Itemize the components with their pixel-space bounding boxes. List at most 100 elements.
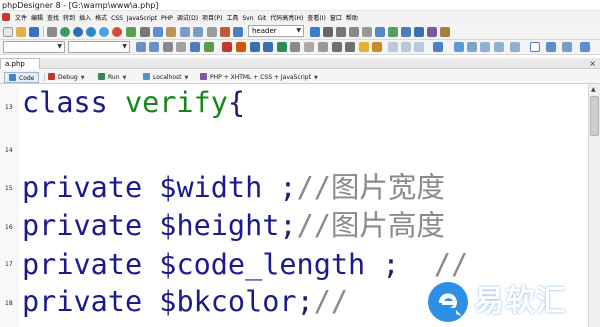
- code-token: //图片高度: [296, 209, 445, 242]
- watch-icon[interactable]: [277, 42, 287, 52]
- size-select[interactable]: ▼: [68, 41, 130, 53]
- print-icon[interactable]: [47, 27, 57, 37]
- help-icon[interactable]: [580, 42, 590, 52]
- comment-icon[interactable]: [163, 42, 173, 52]
- form-icon[interactable]: [440, 27, 450, 37]
- code-mode-label: Code: [19, 75, 35, 82]
- code-token: $bkcolor: [159, 285, 297, 318]
- chrome-icon[interactable]: [112, 27, 122, 37]
- paste-icon[interactable]: [166, 27, 176, 37]
- line-number: 14: [5, 147, 13, 154]
- view-icon[interactable]: [546, 42, 556, 52]
- align-icon[interactable]: [362, 27, 372, 37]
- find-icon[interactable]: [207, 27, 217, 37]
- image-icon[interactable]: [388, 27, 398, 37]
- chevron-down-icon: ▼: [313, 75, 318, 81]
- italic-icon[interactable]: [336, 27, 346, 37]
- browser-preview-icon[interactable]: [60, 27, 70, 37]
- link-icon[interactable]: [414, 27, 424, 37]
- code-token: $code_length: [159, 248, 366, 281]
- split-icon[interactable]: [467, 42, 477, 52]
- language-label: PHP + XHTML + CSS + JavaScript: [210, 74, 311, 81]
- goto-icon[interactable]: [233, 27, 243, 37]
- localhost-button[interactable]: Localhost ▼: [143, 72, 188, 83]
- window-title: phpDesigner 8 - [G:\wamp\www\a.php]: [0, 0, 600, 11]
- outdent-icon[interactable]: [149, 42, 159, 52]
- debug-run-icon[interactable]: [222, 42, 232, 52]
- zoom-out-icon[interactable]: [345, 42, 355, 52]
- code-icon: [9, 74, 16, 81]
- code-token: class: [22, 86, 125, 119]
- replace-icon[interactable]: [220, 27, 230, 37]
- toolbar-secondary: ▼ ▼: [0, 40, 600, 55]
- cut-icon[interactable]: [140, 27, 150, 37]
- copy-icon[interactable]: [153, 27, 163, 37]
- warning-icon[interactable]: [359, 42, 369, 52]
- panel-3-icon[interactable]: [414, 42, 424, 52]
- tool-icon[interactable]: [372, 42, 382, 52]
- bookmark-icon[interactable]: [190, 42, 200, 52]
- tab-a-php[interactable]: a.php: [0, 58, 40, 69]
- code-token: private: [22, 285, 160, 318]
- undo-icon[interactable]: [180, 27, 190, 37]
- code-token: verify: [124, 86, 228, 119]
- code-token: private: [22, 171, 160, 204]
- language-button[interactable]: PHP + XHTML + CSS + JavaScript ▼: [200, 72, 318, 83]
- font-select[interactable]: ▼: [3, 41, 65, 53]
- chevron-down-icon: ▼: [296, 27, 301, 34]
- window-icon[interactable]: [510, 42, 520, 52]
- code-token: ;: [296, 285, 314, 318]
- new-file-icon[interactable]: [3, 27, 13, 37]
- editor-mode-icon[interactable]: [530, 42, 540, 52]
- bold-icon[interactable]: [323, 27, 333, 37]
- code-token: $height: [159, 209, 280, 242]
- underline-icon[interactable]: [349, 27, 359, 37]
- checkbox-icon[interactable]: [433, 42, 443, 52]
- grid-icon[interactable]: [480, 42, 490, 52]
- globe-icon[interactable]: [86, 27, 96, 37]
- variables-icon[interactable]: [318, 42, 328, 52]
- stack-icon[interactable]: [304, 42, 314, 52]
- app-icon: [2, 13, 10, 21]
- redo-icon[interactable]: [193, 27, 203, 37]
- uncomment-icon[interactable]: [176, 42, 186, 52]
- anchor-icon[interactable]: [427, 27, 437, 37]
- zoom-in-icon[interactable]: [332, 42, 342, 52]
- step-out-icon[interactable]: [263, 42, 273, 52]
- toolbar-separator: [43, 26, 44, 37]
- code-line: private $code_length ; //: [22, 250, 468, 280]
- panel-1-icon[interactable]: [388, 42, 398, 52]
- run-label: Run: [108, 74, 120, 81]
- watermark-logo-icon: [428, 282, 468, 322]
- save-icon[interactable]: [29, 27, 39, 37]
- indent-icon[interactable]: [136, 42, 146, 52]
- settings-icon[interactable]: [562, 42, 572, 52]
- step-over-icon[interactable]: [236, 42, 246, 52]
- table-icon[interactable]: [401, 27, 411, 37]
- heading-select[interactable]: header ▼: [248, 25, 304, 37]
- snippet-icon[interactable]: [204, 42, 214, 52]
- upload-icon[interactable]: [126, 27, 136, 37]
- arrow-right-icon[interactable]: [310, 27, 320, 37]
- line-number-gutter: 13 14 15 16 17 18: [0, 84, 19, 327]
- run-icon: [98, 73, 105, 80]
- code-token: ;: [279, 209, 297, 242]
- code-mode-button[interactable]: Code: [4, 72, 40, 83]
- open-folder-icon[interactable]: [16, 27, 26, 37]
- debug-button[interactable]: Debug ▼: [48, 72, 85, 83]
- scroll-up-icon[interactable]: ▲: [591, 86, 596, 93]
- scrollbar-thumb[interactable]: [590, 96, 599, 136]
- run-button[interactable]: Run ▼: [98, 72, 126, 83]
- panel-2-icon[interactable]: [401, 42, 411, 52]
- web-icon[interactable]: [73, 27, 83, 37]
- step-into-icon[interactable]: [250, 42, 260, 52]
- watermark-text: 易软汇: [474, 284, 567, 319]
- network-icon[interactable]: [454, 42, 464, 52]
- ie-icon[interactable]: [99, 27, 109, 37]
- layout-icon[interactable]: [494, 42, 504, 52]
- breakpoint-icon[interactable]: [290, 42, 300, 52]
- close-tab-icon[interactable]: ×: [589, 58, 596, 69]
- code-line: private $bkcolor;//: [22, 287, 348, 317]
- code-token: ;: [365, 248, 434, 281]
- list-icon[interactable]: [375, 27, 385, 37]
